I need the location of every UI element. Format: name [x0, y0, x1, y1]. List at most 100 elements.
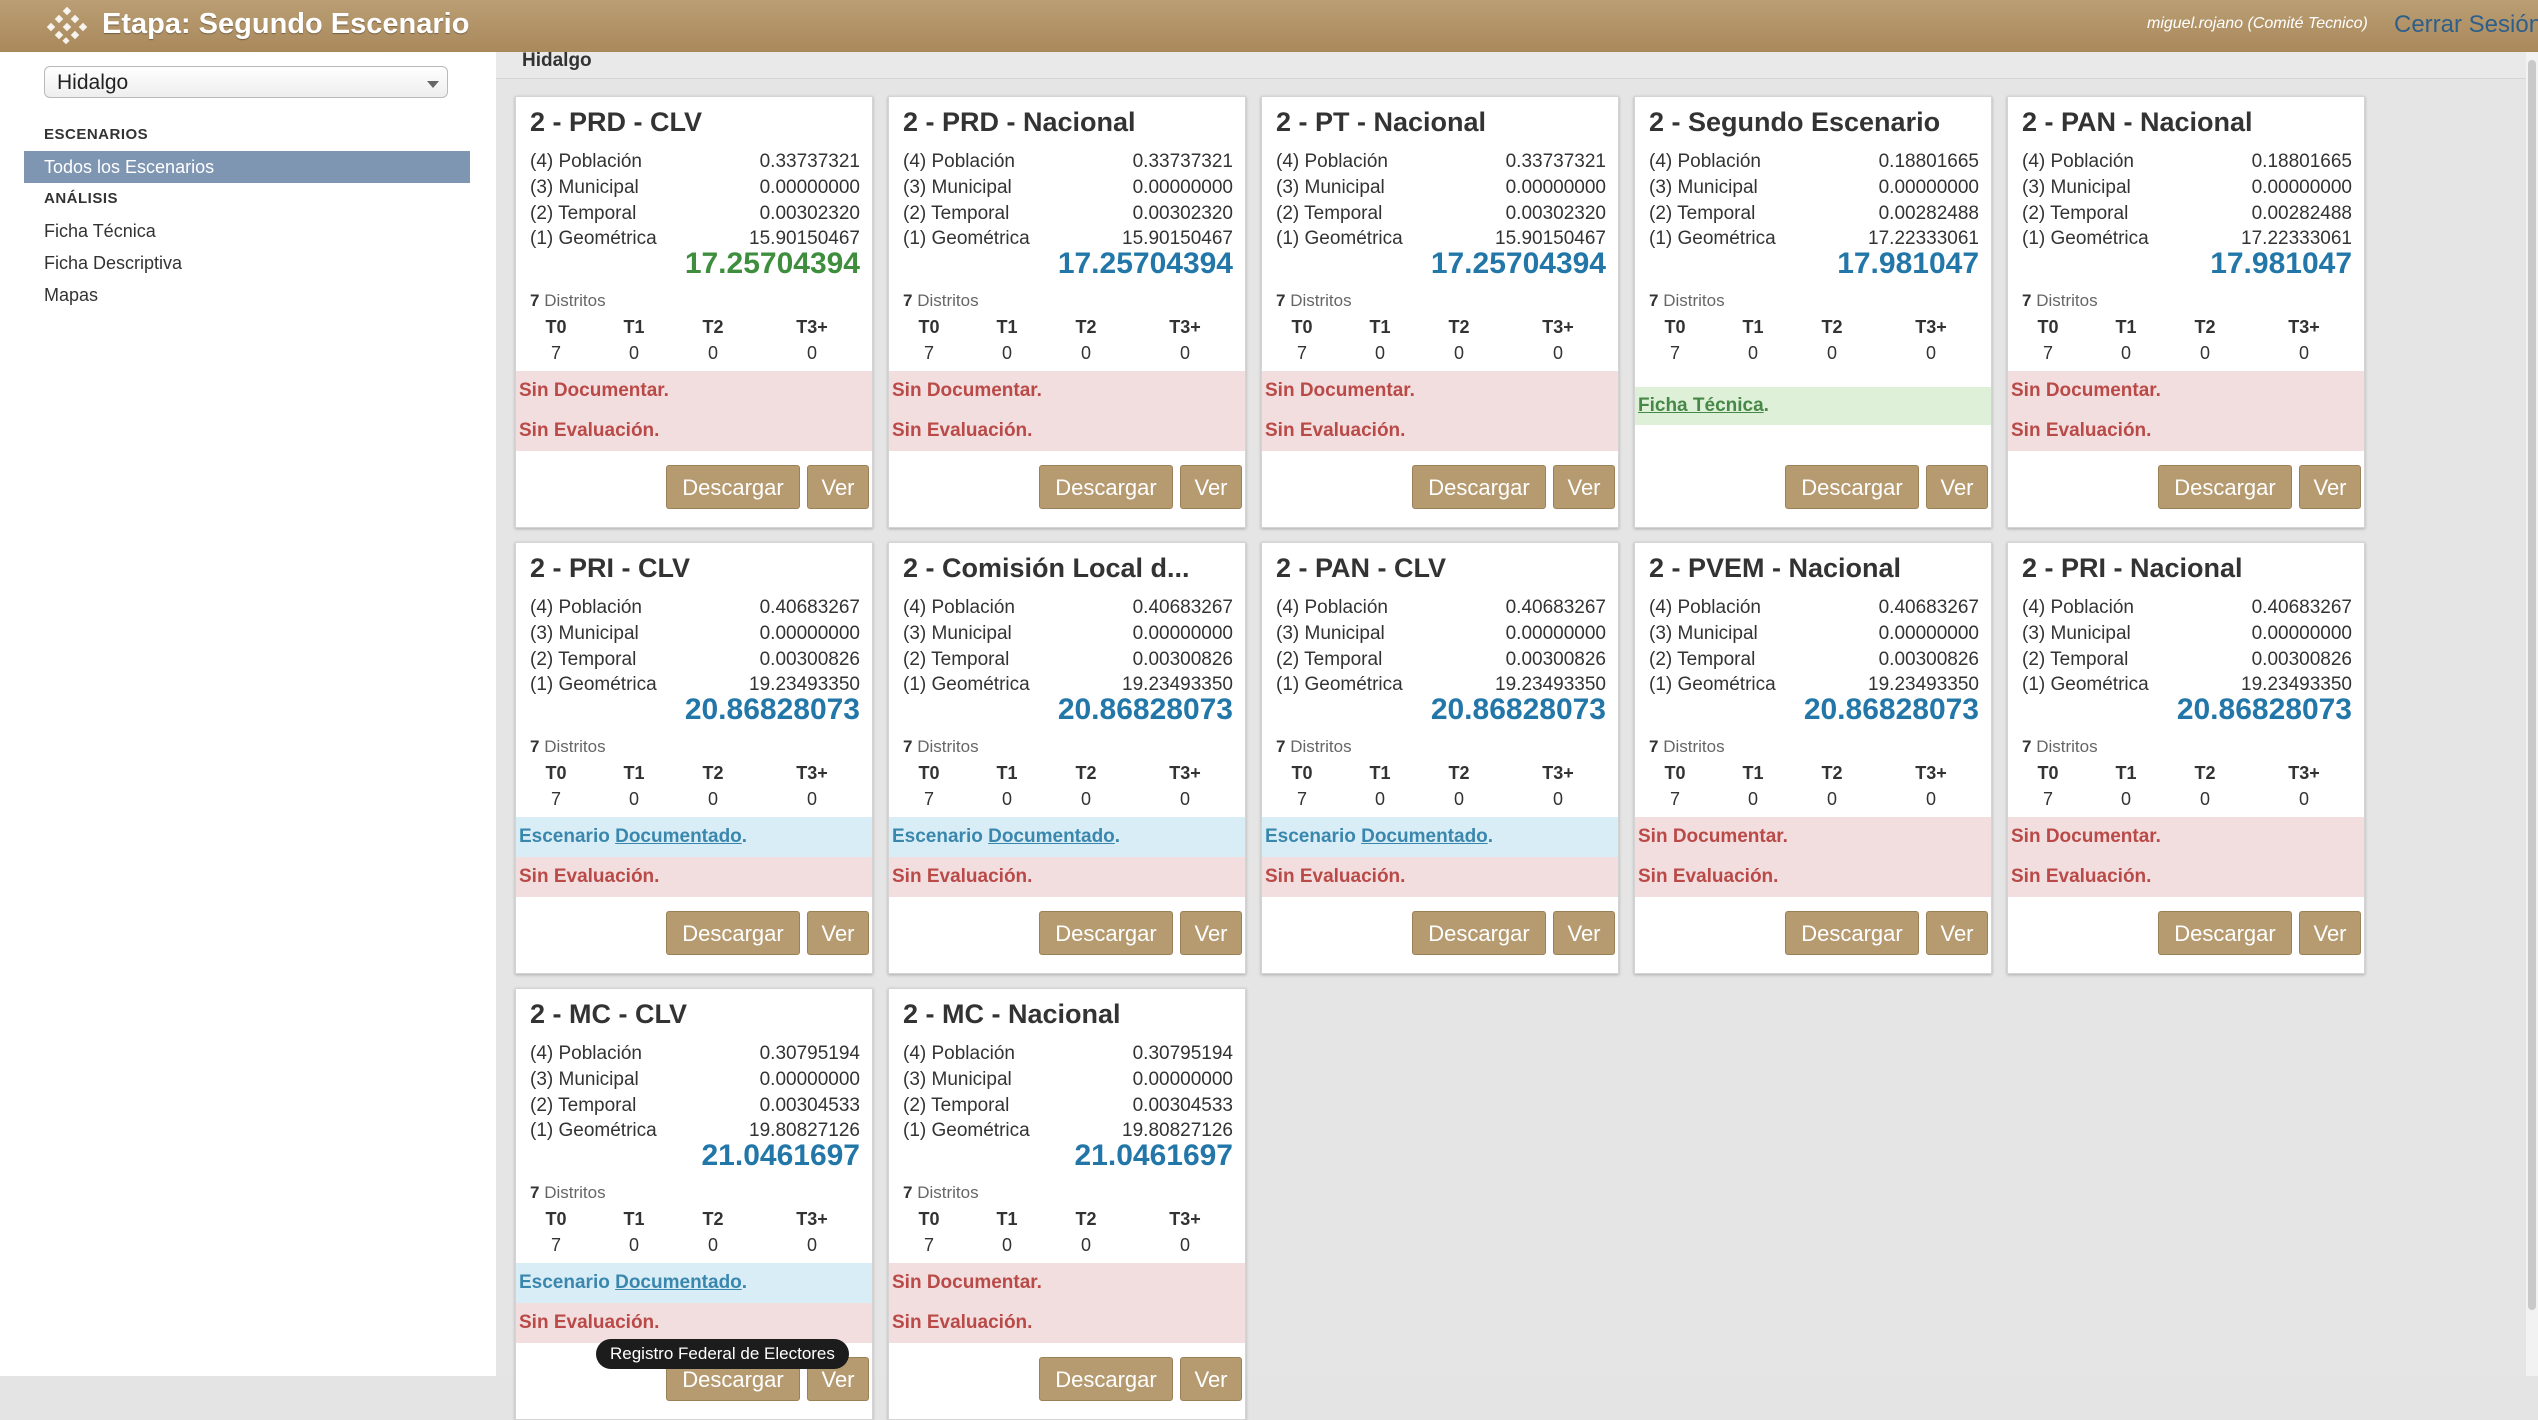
t-value: 0 [628, 789, 639, 809]
download-button[interactable]: Descargar [1412, 465, 1546, 509]
documented-link[interactable]: Documentado [1361, 826, 1488, 847]
metric-row-poblacion: (4) Población 0.33737321 [903, 151, 1233, 177]
sidebar-item-ficha-tecnica[interactable]: Ficha Técnica [24, 215, 470, 247]
download-button[interactable]: Descargar [1412, 911, 1546, 955]
download-button[interactable]: Descargar [2158, 911, 2292, 955]
metric-row-poblacion: (4) Población 0.40683267 [1276, 597, 1606, 623]
district-number: 7 [530, 291, 540, 310]
metric-row-poblacion: (4) Población 0.30795194 [903, 1043, 1233, 1069]
download-button[interactable]: Descargar [666, 465, 800, 509]
t-value: 0 [806, 789, 817, 809]
t-value: 0 [1080, 1235, 1091, 1255]
download-button[interactable]: Descargar [1785, 465, 1919, 509]
metric-label: (3) Municipal [530, 1069, 639, 1090]
breadcrumb: Hidalgo [522, 50, 592, 71]
metric-value: 0.30795194 [1132, 1043, 1233, 1064]
view-button[interactable]: Ver [1180, 1357, 1242, 1401]
metric-label: (2) Temporal [2022, 203, 2129, 224]
t-value: 0 [1001, 789, 1012, 809]
download-button[interactable]: Descargar [1039, 465, 1173, 509]
metric-row-temporal: (2) Temporal 0.00282488 [1649, 203, 1979, 229]
view-button[interactable]: Ver [1926, 911, 1988, 955]
state-select[interactable]: Hidalgo [44, 66, 448, 98]
metric-row-poblacion: (4) Población 0.18801665 [1649, 151, 1979, 177]
metric-value: 0.00000000 [1878, 177, 1979, 198]
t-header: T0 [545, 1209, 567, 1229]
page-title: Etapa: Segundo Escenario [102, 8, 470, 40]
view-button[interactable]: Ver [807, 465, 869, 509]
card-title: 2 - PRD - CLV [530, 107, 703, 137]
metric-label: (3) Municipal [903, 623, 1012, 644]
period: . [1487, 826, 1494, 847]
t-header: T3+ [1915, 763, 1947, 783]
district-count: 7 Distritos [1649, 291, 1725, 311]
metric-row-municipal: (3) Municipal 0.00000000 [903, 1069, 1233, 1095]
total-score: 20.86828073 [1057, 693, 1233, 726]
sidebar-item-all-scenarios[interactable]: Todos los Escenarios [24, 151, 470, 183]
sidebar-item-mapas[interactable]: Mapas [24, 279, 470, 311]
metric-label: (2) Temporal [530, 203, 637, 224]
doc-status: Sin Documentar. [2008, 371, 2364, 411]
t-value: 0 [628, 343, 639, 363]
logout-link[interactable]: Cerrar Sesión [2394, 11, 2538, 39]
district-count: 7 Distritos [530, 1183, 606, 1203]
top-bar: Etapa: Segundo Escenario miguel.rojano (… [0, 0, 2538, 53]
t-header: T0 [1291, 763, 1313, 783]
t-header: T0 [1664, 763, 1686, 783]
metric-label: (4) Población [1276, 151, 1388, 172]
t-value: 0 [1747, 343, 1758, 363]
card-title: 2 - MC - Nacional [903, 999, 1121, 1029]
download-button[interactable]: Descargar [666, 911, 800, 955]
t-value: 7 [2042, 343, 2053, 363]
documented-link[interactable]: Documentado [615, 1272, 742, 1293]
t-value: 7 [2042, 789, 2053, 809]
metric-row-poblacion: (4) Población 0.40683267 [1649, 597, 1979, 623]
metric-row-temporal: (2) Temporal 0.00302320 [903, 203, 1233, 229]
view-button[interactable]: Ver [1180, 465, 1242, 509]
district-count: 7 Distritos [530, 291, 606, 311]
download-button[interactable]: Descargar [2158, 465, 2292, 509]
view-button[interactable]: Ver [1553, 911, 1615, 955]
t-value: 0 [1552, 343, 1563, 363]
view-button[interactable]: Ver [1553, 465, 1615, 509]
district-number: 7 [903, 1183, 913, 1202]
download-button[interactable]: Descargar [1039, 911, 1173, 955]
t-header: T3+ [2288, 317, 2320, 337]
metric-row-temporal: (2) Temporal 0.00302320 [1276, 203, 1606, 229]
metric-value: 0.40683267 [1132, 597, 1233, 618]
metric-label: (4) Población [1649, 151, 1761, 172]
t-header: T3+ [2288, 763, 2320, 783]
view-button[interactable]: Ver [1180, 911, 1242, 955]
eval-status: Sin Evaluación. [2008, 857, 2364, 897]
district-label: Distritos [917, 1183, 979, 1202]
scenario-card: 2 - PRI - CLV (4) Población 0.40683267 (… [515, 542, 873, 974]
district-count: 7 Distritos [1276, 291, 1352, 311]
t-value: 0 [2199, 789, 2210, 809]
doc-prefix: Escenario [1265, 826, 1356, 847]
t-value: 7 [923, 343, 934, 363]
view-button[interactable]: Ver [1926, 465, 1988, 509]
documented-link[interactable]: Documentado [988, 826, 1115, 847]
metric-row-temporal: (2) Temporal 0.00300826 [2022, 649, 2352, 675]
view-button[interactable]: Ver [2299, 465, 2361, 509]
metric-row-poblacion: (4) Población 0.40683267 [903, 597, 1233, 623]
download-button[interactable]: Descargar [1785, 911, 1919, 955]
sidebar-item-ficha-descriptiva[interactable]: Ficha Descriptiva [24, 247, 470, 279]
total-score: 17.25704394 [684, 247, 860, 280]
doc-status: Escenario Documentado. [516, 1263, 872, 1303]
metric-label: (4) Población [1649, 597, 1761, 618]
t-header: T1 [996, 317, 1018, 337]
t-value: 0 [1001, 1235, 1012, 1255]
doc-status: Sin Documentar. [516, 371, 872, 411]
download-button[interactable]: Descargar [1039, 1357, 1173, 1401]
t-value: 0 [1080, 789, 1091, 809]
metric-value: 0.33737321 [759, 151, 860, 172]
metric-value: 0.40683267 [759, 597, 860, 618]
eval-status: Sin Evaluación. [516, 1303, 872, 1343]
documented-link[interactable]: Documentado [615, 826, 742, 847]
ficha-tecnica-link[interactable]: Ficha Técnica [1638, 395, 1764, 416]
view-button[interactable]: Ver [807, 911, 869, 955]
eval-status: Sin Evaluación. [1635, 857, 1991, 897]
scrollbar-thumb[interactable] [2528, 60, 2536, 1310]
view-button[interactable]: Ver [2299, 911, 2361, 955]
